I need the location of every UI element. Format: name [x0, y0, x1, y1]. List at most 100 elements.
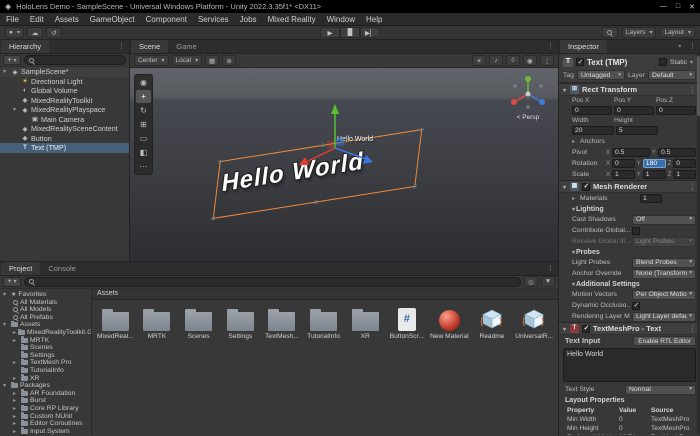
visibility-toggle-icon[interactable]: ◉: [523, 55, 537, 66]
account-icon[interactable]: ●: [5, 27, 24, 38]
component-enabled-checkbox[interactable]: [582, 325, 590, 333]
active-checkbox[interactable]: [576, 58, 584, 66]
minimize-button[interactable]: —: [660, 3, 667, 11]
snap-increment-icon[interactable]: ⊕: [222, 55, 236, 66]
hidden-packages-icon[interactable]: ◎: [524, 276, 538, 287]
close-button[interactable]: ✕: [689, 3, 695, 11]
asset-material[interactable]: New Material: [430, 304, 468, 340]
pos-y-field[interactable]: 0: [614, 106, 654, 115]
asset-folder[interactable]: MRTK: [139, 304, 176, 340]
menu-edit[interactable]: Edit: [30, 15, 44, 24]
panel-menu-icon[interactable]: ⋮: [543, 40, 558, 53]
project-create-button[interactable]: +: [3, 277, 21, 287]
materials-foldout[interactable]: ▸Materials 1: [559, 193, 700, 204]
motion-vectors-dropdown[interactable]: Per Object Motion: [632, 290, 696, 300]
filter-icon[interactable]: ▼: [541, 276, 555, 287]
hierarchy-item-samplescene[interactable]: ▾ ◈ SampleScene*: [0, 67, 129, 77]
textmeshpro-header[interactable]: T TextMeshPro - Text ⋮: [559, 322, 700, 335]
tree-all-prefabs[interactable]: All Prefabs: [0, 314, 91, 322]
cloud-icon[interactable]: ☁: [27, 27, 43, 38]
tree-editor-coroutines[interactable]: ▸Editor Coroutines: [0, 420, 91, 428]
layout-dropdown[interactable]: Layout: [660, 27, 695, 38]
panel-menu-icon[interactable]: ⋮: [685, 40, 700, 53]
pos-x-field[interactable]: 0: [572, 106, 612, 115]
rect-transform-header[interactable]: ⊞ Rect Transform ⋮: [559, 83, 700, 96]
tab-inspector[interactable]: Inspector: [560, 40, 607, 53]
undo-history-icon[interactable]: ↺: [46, 27, 62, 38]
tree-tutorialinfo[interactable]: TutorialInfo: [0, 367, 91, 375]
tree-burst[interactable]: ▸Burst: [0, 397, 91, 405]
menu-assets[interactable]: Assets: [55, 15, 79, 24]
light-probes-dropdown[interactable]: Blend Probes: [632, 258, 696, 268]
static-checkbox[interactable]: [659, 58, 667, 66]
scale-tool-icon[interactable]: ⊞: [136, 118, 151, 131]
scale-x-field[interactable]: 1: [612, 170, 635, 179]
tab-hierarchy[interactable]: Hierarchy: [1, 40, 49, 53]
scale-y-field[interactable]: 1: [643, 170, 666, 179]
more-tools-icon[interactable]: ⋯: [136, 160, 151, 173]
handle[interactable]: [219, 160, 222, 164]
pause-button[interactable]: ▐▌: [340, 27, 360, 38]
panel-menu-icon[interactable]: ⋮: [114, 40, 129, 53]
audio-toggle-icon[interactable]: ♪: [489, 55, 503, 66]
hierarchy-item-button[interactable]: ◆ Button: [0, 134, 129, 144]
tree-assets[interactable]: ▾Assets: [0, 321, 91, 329]
scale-z-field[interactable]: 1: [673, 170, 696, 179]
tree-packages[interactable]: ▾Packages: [0, 382, 91, 390]
receive-gi-dropdown[interactable]: Light Probes: [632, 237, 696, 247]
foldout-icon[interactable]: [563, 85, 567, 94]
anchors-foldout[interactable]: ▸Anchors: [559, 136, 700, 147]
lighting-toggle-icon[interactable]: ☀: [472, 55, 486, 66]
handle-orientation-dropdown[interactable]: Local: [172, 55, 203, 66]
hierarchy-item-global-volume[interactable]: ◐ Global Volume: [0, 86, 129, 96]
asset-folder[interactable]: MixedReal...: [97, 304, 134, 340]
materials-count-field[interactable]: 1: [640, 194, 662, 203]
view-tool-icon[interactable]: ◉: [136, 76, 151, 89]
tab-project[interactable]: Project: [1, 262, 40, 275]
play-button[interactable]: ▶: [320, 27, 340, 38]
asset-pipeline[interactable]: {} UniversalR...: [515, 304, 553, 340]
menu-services[interactable]: Services: [198, 15, 229, 24]
dynamic-occlusion-checkbox[interactable]: [632, 302, 640, 310]
asset-folder[interactable]: TutorialInfo: [305, 304, 342, 340]
static-dropdown-icon[interactable]: ▾: [690, 59, 696, 66]
rect-tool-icon[interactable]: ▭: [136, 132, 151, 145]
height-field[interactable]: 5: [616, 126, 658, 135]
asset-folder[interactable]: XR: [347, 304, 384, 340]
handle[interactable]: [212, 217, 215, 221]
tag-dropdown[interactable]: Untagged: [577, 70, 625, 80]
tab-console[interactable]: Console: [40, 262, 84, 275]
tree-textmesh-pro[interactable]: ▸TextMesh Pro: [0, 359, 91, 367]
hierarchy-create-button[interactable]: +: [3, 55, 21, 65]
component-enabled-checkbox[interactable]: [582, 183, 590, 191]
anchor-override-field[interactable]: None (Transform): [632, 269, 696, 279]
tab-game[interactable]: Game: [168, 40, 204, 53]
tree-mrtk[interactable]: ▸MRTK: [0, 336, 91, 344]
hierarchy-item-mixedrealityplayspace[interactable]: ▾ ◆ MixedRealityPlayspace: [0, 105, 129, 115]
layers-dropdown[interactable]: Layers: [622, 27, 657, 38]
mesh-renderer-header[interactable]: ▦ Mesh Renderer ⋮: [559, 180, 700, 193]
component-menu-icon[interactable]: ⋮: [689, 324, 697, 333]
orientation-gizmo[interactable]: < Persp: [506, 74, 550, 121]
project-search-input[interactable]: [24, 277, 521, 287]
rotation-y-field[interactable]: 180: [643, 159, 666, 168]
asset-readme[interactable]: {} Readme: [474, 304, 511, 340]
tree-ar-foundation[interactable]: ▸AR Foundation: [0, 389, 91, 397]
pivot-y-field[interactable]: 0.5: [658, 148, 696, 157]
hierarchy-item-main-camera[interactable]: ▣ Main Camera: [0, 115, 129, 125]
text-style-dropdown[interactable]: Normal: [625, 385, 696, 395]
menu-file[interactable]: File: [6, 15, 19, 24]
foldout-icon[interactable]: [563, 324, 567, 333]
rotation-z-field[interactable]: 0: [673, 159, 696, 168]
foldout-icon[interactable]: [563, 182, 567, 191]
component-menu-icon[interactable]: ⋮: [689, 85, 697, 94]
tree-mrtk-generated[interactable]: ▸MixedRealityToolkit.Gen...: [0, 329, 91, 337]
text-input-area[interactable]: Hello World: [563, 348, 696, 382]
asset-folder[interactable]: Settings: [222, 304, 259, 340]
panel-menu-icon[interactable]: ⋮: [543, 262, 558, 275]
tree-settings[interactable]: Settings: [0, 351, 91, 359]
rendering-layer-dropdown[interactable]: Light Layer default: [632, 312, 696, 322]
tree-favorites[interactable]: ▾★Favorites: [0, 291, 91, 299]
asset-folder[interactable]: Scenes: [180, 304, 217, 340]
menu-jobs[interactable]: Jobs: [240, 15, 257, 24]
